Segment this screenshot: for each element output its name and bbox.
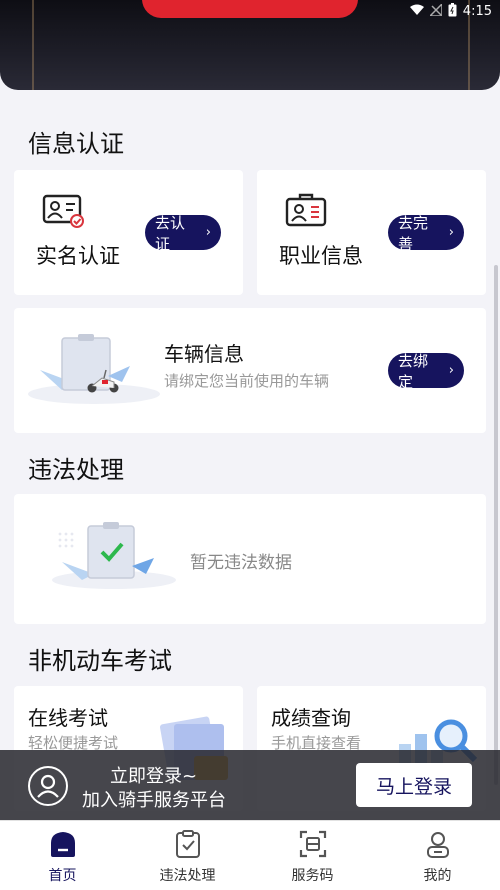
profession-complete-button[interactable]: 去完善 › <box>388 214 464 253</box>
badge-icon <box>285 192 329 234</box>
header-red-button[interactable] <box>142 0 358 18</box>
scrollbar[interactable] <box>494 265 498 785</box>
status-bar: 4:15 <box>409 0 500 22</box>
login-prompt-line1: 立即登录~ <box>110 766 198 787</box>
vehicle-card[interactable]: 车辆信息 请绑定您当前使用的车辆 去绑定 › <box>14 308 486 433</box>
tab-mine[interactable]: 我的 <box>375 821 500 890</box>
tab-violation[interactable]: 违法处理 <box>125 821 250 890</box>
battery-icon <box>448 2 457 20</box>
empty-clipboard-illustration <box>42 516 192 600</box>
tab-violation-label: 违法处理 <box>159 868 216 884</box>
section-title-exam: 非机动车考试 <box>28 647 172 675</box>
user-avatar-icon <box>28 766 68 806</box>
section-title-violation: 违法处理 <box>28 456 124 484</box>
header-banner: 4:15 <box>0 0 500 90</box>
signal-off-icon <box>427 1 443 19</box>
bottom-tab-bar: 首页 违法处理 服务码 我的 <box>0 820 500 890</box>
violation-card: 暂无违法数据 <box>14 494 486 624</box>
header-decor-line <box>32 0 34 90</box>
user-icon <box>423 829 453 859</box>
id-card-icon <box>42 192 86 234</box>
realname-verify-button[interactable]: 去认证 › <box>145 214 221 253</box>
realname-card[interactable]: 实名认证 去认证 › <box>14 170 243 295</box>
main-content[interactable]: 信息认证 实名认证 去认证 › 职业信息 去完善 › 车辆信息 请绑定您当前使用… <box>0 90 500 820</box>
login-prompt-line2: 加入骑手服务平台 <box>82 790 226 811</box>
tab-home[interactable]: 首页 <box>0 821 125 890</box>
vehicle-label: 车辆信息 <box>164 342 244 366</box>
realname-verify-button-label: 去认证 <box>155 213 186 253</box>
login-now-button[interactable]: 马上登录 <box>356 763 472 807</box>
violation-empty-text: 暂无违法数据 <box>190 553 292 573</box>
login-banner: 立即登录~ 加入骑手服务平台 马上登录 <box>0 750 500 820</box>
chevron-right-icon: › <box>205 225 211 240</box>
profession-card[interactable]: 职业信息 去完善 › <box>257 170 486 295</box>
tab-home-label: 首页 <box>48 868 77 884</box>
clipboard-check-icon <box>173 829 203 859</box>
online-exam-title: 在线考试 <box>28 706 108 730</box>
realname-label: 实名认证 <box>36 244 120 268</box>
profession-complete-button-label: 去完善 <box>398 213 429 253</box>
vehicle-illustration <box>22 330 172 414</box>
status-time: 4:15 <box>462 3 492 19</box>
tab-mine-label: 我的 <box>423 868 452 884</box>
vehicle-bind-button[interactable]: 去绑定 › <box>388 352 464 391</box>
section-title-info-auth: 信息认证 <box>28 130 124 158</box>
vehicle-bind-button-label: 去绑定 <box>398 351 429 391</box>
tab-service-code[interactable]: 服务码 <box>250 821 375 890</box>
scan-code-icon <box>298 829 328 859</box>
profession-label: 职业信息 <box>279 244 363 268</box>
home-icon <box>48 829 78 859</box>
vehicle-hint: 请绑定您当前使用的车辆 <box>164 372 330 390</box>
score-query-title: 成绩查询 <box>271 706 351 730</box>
wifi-icon <box>409 4 424 19</box>
tab-service-code-label: 服务码 <box>291 868 334 884</box>
chevron-right-icon: › <box>448 363 454 378</box>
chevron-right-icon: › <box>448 225 454 240</box>
